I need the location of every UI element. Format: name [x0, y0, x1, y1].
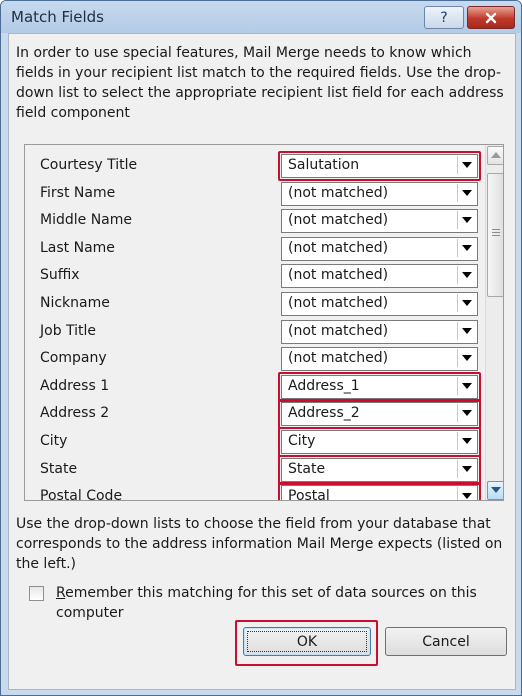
field-row: Nickname (not matched) [25, 291, 483, 317]
dropdown-arrow-icon[interactable] [457, 183, 476, 202]
field-label: Job Title [40, 322, 97, 339]
field-dropdown[interactable]: Salutation [278, 151, 481, 181]
match-fields-dialog: Match Fields ? In order to use special f… [0, 0, 522, 696]
field-row: City City [25, 427, 483, 457]
field-row: State State [25, 454, 483, 485]
field-row: Address 2 Address_2 [25, 399, 483, 430]
scroll-down-arrow-icon [491, 487, 501, 493]
remember-checkbox[interactable] [29, 586, 44, 601]
close-icon [485, 12, 497, 23]
dropdown-value: (not matched) [288, 322, 389, 339]
scroll-thumb[interactable] [487, 173, 503, 297]
dropdown-value: State [288, 460, 326, 477]
dropdown-value: City [288, 433, 316, 449]
focus-rectangle [247, 631, 367, 652]
dropdown-value: (not matched) [288, 267, 389, 284]
dropdown-value: (not matched) [288, 350, 389, 367]
dropdown-arrow-icon[interactable] [457, 404, 476, 423]
field-row: Address 1 Address_1 [25, 371, 483, 402]
scroll-up-arrow-icon [491, 152, 501, 158]
field-dropdown[interactable]: (not matched) [281, 181, 478, 206]
help-button[interactable]: ? [424, 6, 464, 29]
field-label: Address 1 [40, 377, 110, 394]
field-label: Address 2 [40, 405, 110, 422]
field-label: Nickname [40, 295, 110, 311]
dropdown-value: (not matched) [288, 184, 389, 201]
close-button[interactable] [467, 6, 515, 29]
field-label: Suffix [40, 267, 80, 284]
field-dropdown[interactable]: (not matched) [281, 347, 478, 372]
field-dropdown[interactable]: (not matched) [281, 236, 478, 261]
ok-button[interactable]: OK [243, 627, 371, 656]
dropdown-arrow-icon[interactable] [457, 294, 476, 312]
dropdown-arrow-icon[interactable] [457, 459, 476, 478]
field-row: Job Title (not matched) [25, 319, 483, 345]
dialog-body: In order to use special features, Mail M… [8, 33, 516, 690]
scroll-grip-icon [492, 229, 500, 237]
field-dropdown[interactable]: (not matched) [281, 292, 478, 316]
remember-label[interactable]: Remember this matching for this set of d… [56, 583, 506, 623]
intro-text: In order to use special features, Mail M… [16, 45, 504, 121]
vertical-scrollbar[interactable] [485, 145, 503, 500]
field-row: Last Name (not matched) [25, 236, 483, 262]
field-label: State [40, 460, 78, 477]
dropdown-arrow-icon[interactable] [457, 156, 476, 174]
field-row: Company (not matched) [25, 346, 483, 372]
field-dropdown[interactable]: (not matched) [281, 319, 478, 344]
field-dropdown[interactable]: Address_2 [278, 399, 481, 430]
cancel-label: Cancel [422, 633, 470, 650]
field-label: Postal Code [40, 488, 123, 501]
field-dropdown[interactable]: Address_1 [278, 371, 481, 402]
dropdown-value: Address_2 [288, 405, 360, 422]
field-dropdown[interactable]: City [278, 427, 481, 457]
dropdown-value: Address_1 [288, 377, 360, 394]
field-label: Last Name [40, 239, 115, 256]
field-dropdown[interactable]: (not matched) [281, 209, 478, 234]
field-row: Courtesy Title Salutation [25, 151, 483, 181]
field-row: Middle Name (not matched) [25, 208, 483, 234]
field-label: City [40, 433, 68, 449]
field-label: Company [40, 350, 107, 367]
field-row: First Name (not matched) [25, 181, 483, 207]
dropdown-arrow-icon[interactable] [457, 349, 476, 368]
dropdown-arrow-icon[interactable] [457, 432, 476, 450]
field-row: Suffix (not matched) [25, 263, 483, 289]
field-dropdown[interactable]: (not matched) [281, 264, 478, 289]
cancel-button[interactable]: Cancel [385, 627, 507, 656]
field-dropdown[interactable]: Postal [278, 482, 481, 501]
dropdown-arrow-icon[interactable] [457, 211, 476, 230]
dropdown-arrow-icon[interactable] [457, 487, 476, 500]
title-bar[interactable]: Match Fields ? [1, 1, 521, 33]
field-row: Postal Code Postal [25, 482, 483, 501]
question-mark-icon: ? [440, 9, 448, 26]
dropdown-arrow-icon[interactable] [457, 321, 476, 340]
field-dropdown[interactable]: State [278, 454, 481, 485]
dropdown-arrow-icon[interactable] [457, 376, 476, 395]
dropdown-value: (not matched) [288, 212, 389, 229]
dialog-title: Match Fields [11, 8, 104, 26]
dropdown-value: (not matched) [288, 239, 389, 256]
dropdown-value: (not matched) [288, 295, 389, 311]
field-mapping-list[interactable]: Courtesy Title Salutation First Name (not m… [24, 144, 504, 501]
dropdown-arrow-icon[interactable] [457, 238, 476, 257]
field-label: First Name [40, 184, 116, 201]
scroll-up-button[interactable] [487, 146, 503, 165]
scroll-down-button[interactable] [487, 481, 503, 500]
help-text: Use the drop-down lists to choose the fi… [16, 516, 503, 572]
field-label: Courtesy Title [40, 157, 138, 173]
field-label: Middle Name [40, 212, 132, 229]
dropdown-value: Postal [288, 488, 330, 501]
dropdown-arrow-icon[interactable] [457, 266, 476, 285]
dropdown-value: Salutation [288, 157, 360, 173]
